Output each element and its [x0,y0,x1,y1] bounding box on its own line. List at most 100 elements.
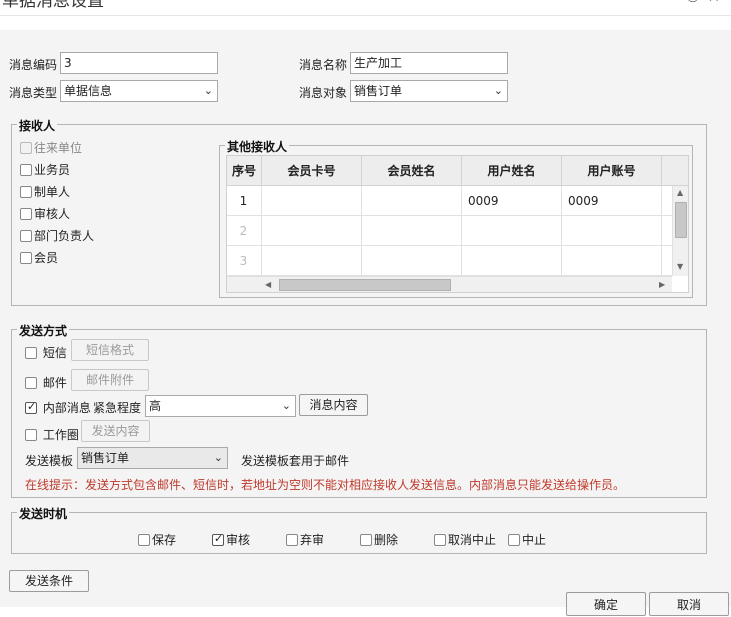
scroll-right-icon[interactable]: ▶ [659,280,665,289]
scrollbar-thumb[interactable] [279,279,451,291]
template-label: 发送模板 [25,454,74,468]
sms-format-button[interactable]: 短信格式 [71,339,149,361]
send-content-button[interactable]: 发送内容 [81,420,150,442]
checkbox[interactable] [20,252,32,264]
col-header[interactable]: 会员姓名 [361,156,462,186]
template-note: 发送模板套用于邮件 [241,454,350,468]
table-cell[interactable] [261,185,362,216]
close-icon[interactable]: ✕ [707,0,720,6]
send-condition-button[interactable]: 发送条件 [9,570,89,592]
checkbox[interactable] [138,534,150,546]
code-label: 消息编码 [9,58,58,72]
checkbox[interactable] [25,347,37,359]
checkbox[interactable] [25,429,37,441]
scroll-left-icon[interactable]: ◀ [265,280,271,289]
chevron-down-icon: ⌄ [213,451,223,464]
timing-delete[interactable]: 删除 [360,531,398,548]
message-content-button[interactable]: 消息内容 [299,394,368,416]
scroll-up-icon[interactable]: ▲ [677,188,683,197]
checkbox[interactable] [508,534,520,546]
send-timing-legend: 发送时机 [17,505,70,522]
others-grid: 序号 会员卡号 会员姓名 用户姓名 用户账号 i 1 0009 0009 2 3 [226,155,689,293]
checkbox[interactable] [434,534,446,546]
checkbox[interactable] [20,164,32,176]
code-input[interactable]: 3 [60,52,218,74]
checkbox[interactable] [20,142,32,154]
send-method-legend: 发送方式 [17,322,70,339]
receiver-dept-head[interactable]: 部门负责人 [20,227,94,244]
checkbox[interactable] [25,400,37,414]
help-icon[interactable]: ① [686,0,699,6]
online-hint: 在线提示：发送方式包含邮件、短信时，若地址为空则不能对相应接收人发送信息。内部消… [25,478,626,492]
chevron-down-icon: ⌄ [493,84,503,97]
chevron-down-icon: ⌄ [203,84,213,97]
table-cell[interactable] [561,245,662,276]
title-separator [0,15,731,16]
checkbox[interactable] [360,534,372,546]
urgency-select[interactable]: 高 ⌄ [145,395,296,417]
col-header[interactable]: 用户姓名 [461,156,562,186]
table-cell[interactable]: 1 [227,185,262,216]
type-select[interactable]: 单据信息 ⌄ [60,80,218,102]
checkbox[interactable] [212,532,224,546]
horizontal-scrollbar[interactable]: ◀ ▶ [227,276,672,292]
dialog-title: 单据消息设置 [2,0,104,11]
receiver-member[interactable]: 会员 [20,249,58,266]
internal-message-option[interactable]: 内部消息 [25,399,91,416]
send-timing-fieldset [11,512,707,554]
receiver-company[interactable]: 往来单位 [20,139,82,156]
table-cell[interactable]: 0009 [461,185,562,216]
table-cell[interactable]: 2 [227,215,262,246]
receivers-legend: 接收人 [17,117,58,134]
timing-cancel-stop[interactable]: 取消中止 [434,531,496,548]
scroll-down-icon[interactable]: ▼ [677,262,683,271]
urgency-label: 紧急程度 [93,401,142,415]
table-cell[interactable] [261,245,362,276]
table-cell[interactable] [461,245,562,276]
scrollbar-thumb[interactable] [675,202,687,238]
cancel-button[interactable]: 取消 [649,592,729,616]
sms-option[interactable]: 短信 [25,344,67,361]
workcircle-option[interactable]: 工作圈 [25,426,79,443]
table-row[interactable]: 3 [227,245,688,276]
timing-unaudit[interactable]: 弃审 [286,531,324,548]
receiver-auditor[interactable]: 审核人 [20,205,70,222]
target-select[interactable]: 销售订单 ⌄ [350,80,508,102]
table-row[interactable]: 2 [227,215,688,246]
receiver-salesman[interactable]: 业务员 [20,161,70,178]
template-select-value: 销售订单 [81,451,130,465]
checkbox[interactable] [20,230,32,242]
table-cell[interactable] [461,215,562,246]
ok-button[interactable]: 确定 [566,592,646,616]
table-cell[interactable] [361,185,462,216]
type-select-value: 单据信息 [64,84,113,98]
vertical-scrollbar[interactable]: ▲ ▼ [672,186,688,276]
col-header[interactable]: 序号 [227,156,262,186]
timing-audit[interactable]: 审核 [212,531,250,548]
table-cell[interactable]: 3 [227,245,262,276]
checkbox[interactable] [25,377,37,389]
checkbox[interactable] [20,208,32,220]
name-input[interactable]: 生产加工 [350,52,508,74]
checkbox[interactable] [20,186,32,198]
template-select[interactable]: 销售订单 ⌄ [77,447,228,469]
mail-option[interactable]: 邮件 [25,374,67,391]
table-cell[interactable] [361,215,462,246]
type-label: 消息类型 [9,86,58,100]
col-header[interactable]: i [661,156,688,186]
table-header-row: 序号 会员卡号 会员姓名 用户姓名 用户账号 i [227,156,688,186]
table-cell[interactable]: 0009 [561,185,662,216]
timing-save[interactable]: 保存 [138,531,176,548]
receiver-creator[interactable]: 制单人 [20,183,70,200]
table-cell[interactable] [361,245,462,276]
timing-stop[interactable]: 中止 [508,531,546,548]
urgency-select-value: 高 [149,399,162,413]
table-cell[interactable] [561,215,662,246]
col-header[interactable]: 会员卡号 [261,156,362,186]
table-row[interactable]: 1 0009 0009 [227,185,688,216]
target-select-value: 销售订单 [354,84,403,98]
col-header[interactable]: 用户账号 [561,156,662,186]
table-cell[interactable] [261,215,362,246]
checkbox[interactable] [286,534,298,546]
mail-attachment-button[interactable]: 邮件附件 [71,369,149,391]
